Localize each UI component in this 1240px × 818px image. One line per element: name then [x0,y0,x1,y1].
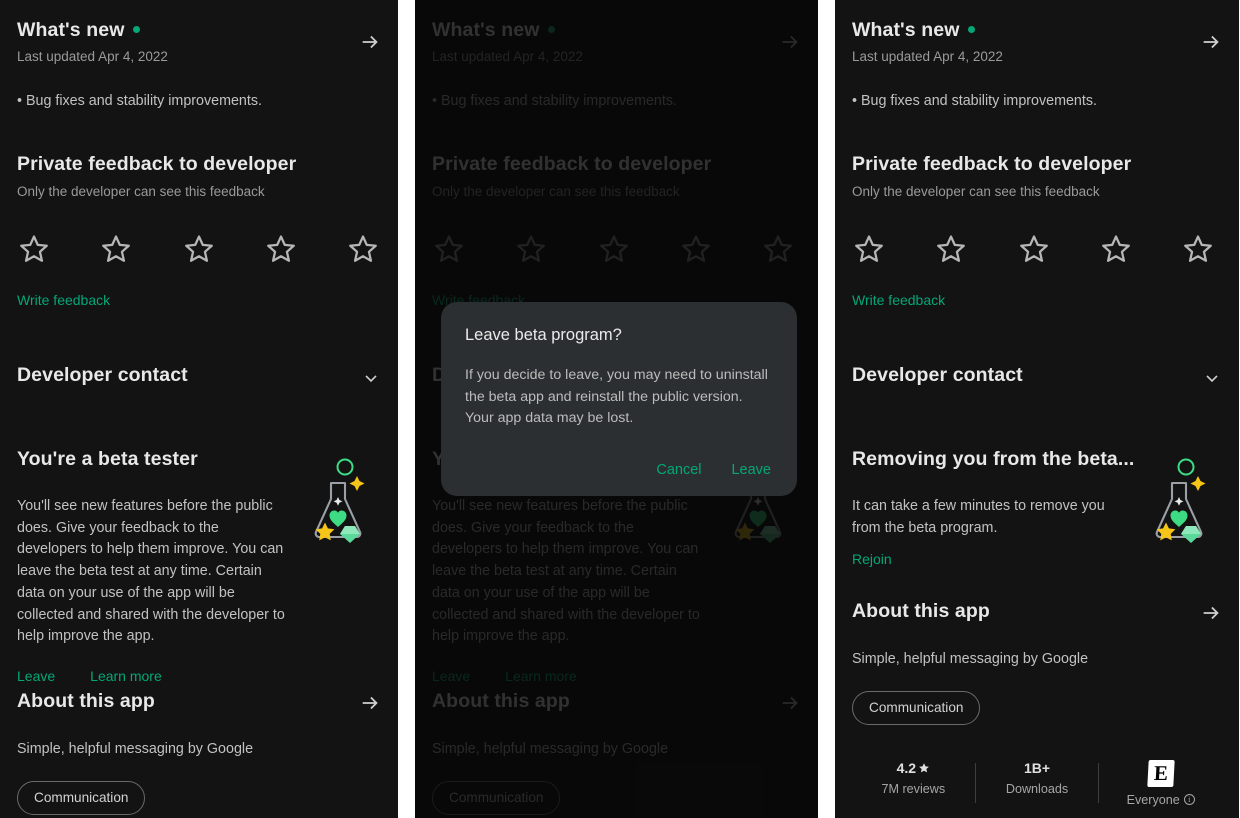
dialog-title: Leave beta program? [465,326,622,344]
rating-star-4[interactable] [264,232,298,266]
about-app-header[interactable]: About this app [852,600,1222,624]
rating-star-1[interactable] [852,232,886,266]
rating-stars[interactable] [852,232,1215,266]
write-feedback-link[interactable]: Write feedback [17,292,381,308]
beaker-icon [1142,456,1214,548]
private-feedback-subtitle: Only the developer can see this feedback [852,184,1100,200]
panel-beta-tester: What's new Last updated Apr 4, 2022 • Bu… [0,0,398,818]
whats-new-title: What's new [17,19,168,42]
whats-new-title-text: What's new [17,19,125,41]
rating-stars[interactable] [17,232,380,266]
whats-new-updated: Last updated Apr 4, 2022 [852,49,1003,65]
removing-beta-section: Removing you from the beta... It can tak… [852,448,1222,567]
content-rating-text: Everyone [1126,792,1180,807]
panel-gap-2 [818,0,835,818]
stat-rating[interactable]: 4.2 7M reviews [852,760,975,796]
green-dot-icon [968,25,976,33]
panel-removing-beta: What's new Last updated Apr 4, 2022 • Bu… [835,0,1239,818]
stat-downloads-value: 1B+ [1023,759,1051,776]
write-feedback-link[interactable]: Write feedback [852,292,1222,308]
about-app-description: Simple, helpful messaging by Google [852,651,1089,667]
developer-contact-title: Developer contact [17,363,188,386]
about-app-title: About this app [17,690,155,712]
private-feedback-section: Private feedback to developer Only the d… [17,153,381,202]
panel-gap-1 [398,0,415,818]
leave-button[interactable]: Leave [729,458,773,482]
beta-tester-body: You'll see new features before the publi… [17,498,285,645]
private-feedback-title: Private feedback to developer [17,152,297,175]
about-app-title: About this app [852,600,990,622]
whats-new-note: • Bug fixes and stability improvements. [852,92,1097,109]
rejoin-link[interactable]: Rejoin [852,551,1222,567]
arrow-right-icon[interactable] [359,31,381,53]
dialog-actions: Cancel Leave [465,458,773,482]
arrow-right-icon[interactable] [359,692,381,714]
chevron-down-icon[interactable] [361,368,381,388]
developer-contact-title: Developer contact [852,363,1023,386]
stat-content-rating[interactable]: E Everyone i [1099,759,1222,807]
rating-star-5[interactable] [346,232,380,266]
stat-downloads-label: Downloads [1005,781,1069,796]
rating-number: 4.2 [896,759,917,776]
rating-star-5[interactable] [1181,232,1215,266]
private-feedback-title: Private feedback to developer [852,152,1132,175]
stat-rating-label: 7M reviews [881,781,946,796]
stat-content-rating-label: Everyone i [1099,793,1222,807]
dialog-body: If you decide to leave, you may need to … [465,367,768,427]
about-app-section: About this app Simple, helpful messaging… [17,690,381,815]
category-chip-communication[interactable]: Communication [17,780,146,815]
rating-star-3[interactable] [1017,232,1051,266]
private-feedback-section: Private feedback to developer Only the d… [852,153,1222,202]
star-filled-icon [919,762,929,773]
removing-beta-body: It can take a few minutes to remove you … [852,498,1105,536]
category-chip-communication[interactable]: Communication [852,690,981,725]
panel3-content: What's new Last updated Apr 4, 2022 • Bu… [835,0,1239,818]
stat-rating-value: 4.2 [852,760,975,776]
private-feedback-subtitle: Only the developer can see this feedback [17,184,265,200]
whats-new-header[interactable]: What's new Last updated Apr 4, 2022 [17,19,381,67]
whats-new-updated: Last updated Apr 4, 2022 [17,49,168,65]
developer-contact-row[interactable]: Developer contact [852,364,1222,388]
beaker-icon [301,456,373,548]
leave-beta-link[interactable]: Leave [17,668,55,684]
whats-new-note: • Bug fixes and stability improvements. [17,92,262,109]
rating-star-1[interactable] [17,232,51,266]
rating-star-3[interactable] [182,232,216,266]
arrow-right-icon[interactable] [1200,602,1222,624]
whats-new-title: What's new [852,19,1003,42]
green-dot-icon [133,25,141,33]
leave-beta-dialog: Leave beta program? If you decide to lea… [441,302,797,497]
learn-more-link[interactable]: Learn more [90,668,162,684]
panel-leave-dialog: What's new Last updated Apr 4, 2022 • Bu… [415,0,818,818]
info-icon[interactable]: i [1183,794,1195,806]
rating-star-4[interactable] [1099,232,1133,266]
cancel-button[interactable]: Cancel [654,458,703,482]
whats-new-title-text: What's new [852,19,960,41]
beta-tester-section: You're a beta tester You'll see new feat… [17,448,381,684]
esrb-badge-icon: E [1146,759,1175,787]
arrow-right-icon[interactable] [1200,31,1222,53]
panel1-content: What's new Last updated Apr 4, 2022 • Bu… [0,0,398,818]
about-app-header[interactable]: About this app [17,690,381,714]
chevron-down-icon[interactable] [1202,368,1222,388]
rating-star-2[interactable] [934,232,968,266]
stat-downloads[interactable]: 1B+ Downloads [976,760,1099,796]
screenshot-stage: What's new Last updated Apr 4, 2022 • Bu… [0,0,1240,818]
rating-star-2[interactable] [99,232,133,266]
app-stats-bar: 4.2 7M reviews 1B+ Downloads E Everyone … [852,759,1222,807]
about-app-description: Simple, helpful messaging by Google [17,741,254,757]
about-app-section: About this app Simple, helpful messaging… [852,600,1222,807]
developer-contact-row[interactable]: Developer contact [17,364,381,388]
whats-new-header[interactable]: What's new Last updated Apr 4, 2022 [852,19,1222,67]
